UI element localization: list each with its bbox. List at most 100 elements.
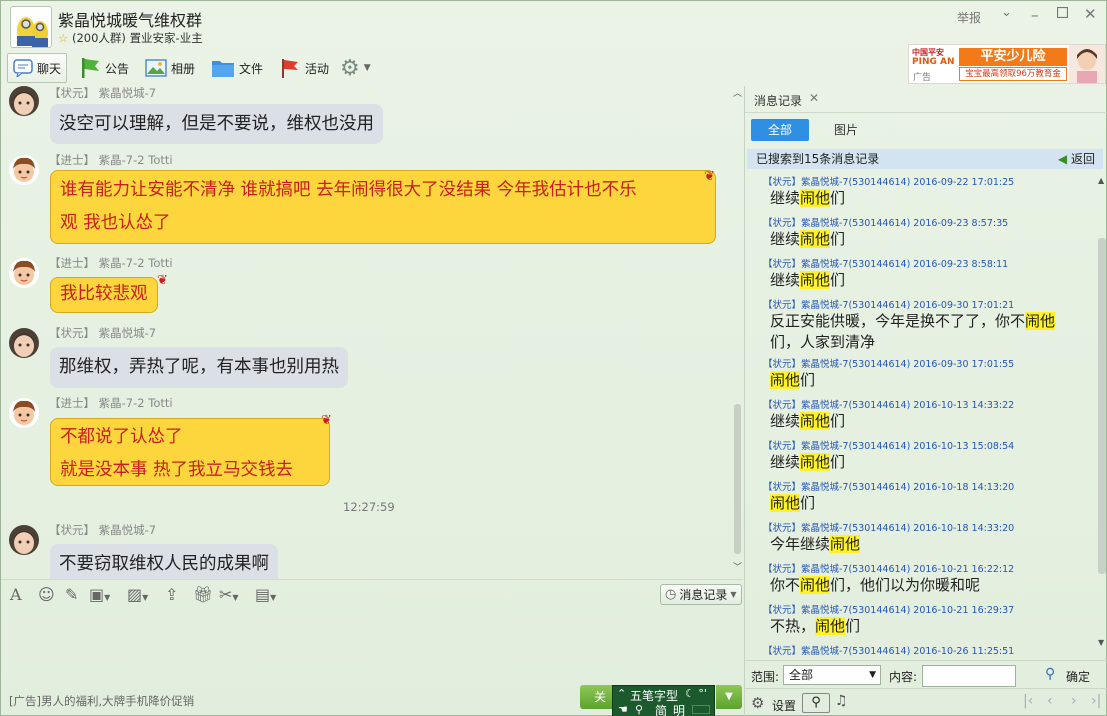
- back-button[interactable]: ◀ 返回: [1058, 149, 1095, 169]
- ime-menu-icon[interactable]: ⌃: [617, 687, 626, 700]
- previous-page-icon[interactable]: ‹: [1047, 693, 1053, 709]
- close-tab-icon[interactable]: ✕: [809, 91, 819, 105]
- bottom-ad-link[interactable]: [广告]男人的福利,大牌手机降价促销: [9, 693, 194, 709]
- message-history-button[interactable]: ◷ 消息记录 ▼: [660, 584, 742, 605]
- tab-chat[interactable]: 聊天: [7, 53, 68, 83]
- sender-name[interactable]: 紫晶-7-2 Totti: [99, 153, 173, 167]
- history-record-header[interactable]: 【状元】紫晶悦城-7(530144614) 2016-10-26 11:25:5…: [745, 643, 1095, 657]
- tab-activity[interactable]: 活动: [279, 53, 329, 83]
- history-record[interactable]: 【状元】紫晶悦城-7(530144614) 2016-10-13 14:33:2…: [745, 397, 1095, 432]
- tab-album[interactable]: 相册: [145, 53, 195, 83]
- history-record-header[interactable]: 【状元】紫晶悦城-7(530144614) 2016-10-18 14:33:2…: [745, 520, 1095, 534]
- minimize-icon[interactable]: –: [1031, 6, 1039, 24]
- settings-button[interactable]: 设置: [772, 697, 796, 714]
- avatar-boy[interactable]: [9, 258, 39, 288]
- scroll-up-icon[interactable]: ▲: [1098, 176, 1104, 185]
- tab-activity-label: 活动: [305, 61, 330, 76]
- speaker-icon[interactable]: ♫: [835, 693, 848, 709]
- sender-name[interactable]: 紫晶-7-2 Totti: [99, 256, 173, 270]
- scissors-icon[interactable]: ✂▼: [219, 585, 239, 604]
- history-record-header[interactable]: 【状元】紫晶悦城-7(530144614) 2016-10-13 14:33:2…: [745, 397, 1095, 411]
- magic-wand-icon[interactable]: ✎: [65, 585, 78, 604]
- history-record[interactable]: 【状元】紫晶悦城-7(530144614) 2016-09-30 17:01:2…: [745, 297, 1095, 353]
- sender-name[interactable]: 紫晶悦城-7: [99, 326, 156, 340]
- ime-toolbar[interactable]: ⌃ 五笔字型 ☾ °' ☚ ⚲ 简 明: [612, 685, 715, 716]
- moon-icon[interactable]: ☾ °': [685, 687, 707, 700]
- tab-file[interactable]: 文件: [211, 53, 263, 83]
- keyboard-icon[interactable]: [692, 705, 710, 714]
- range-select[interactable]: 全部 ▼: [783, 665, 881, 685]
- keyword-highlight: 闹他: [770, 371, 801, 389]
- history-record[interactable]: 【状元】紫晶悦城-7(530144614) 2016-10-26 11:25:5…: [745, 643, 1095, 657]
- avatar-girl[interactable]: [9, 328, 39, 358]
- ime-mode[interactable]: 简: [655, 702, 667, 716]
- sender-name[interactable]: 紫晶悦城-7: [99, 523, 156, 537]
- upload-icon[interactable]: ⇪: [165, 585, 178, 604]
- history-record-header[interactable]: 【状元】紫晶悦城-7(530144614) 2016-09-23 8:57:35: [745, 215, 1095, 229]
- group-avatar[interactable]: [10, 6, 52, 48]
- more-apps-button[interactable]: ⚙ ▼: [340, 53, 371, 83]
- avatar-boy[interactable]: [9, 155, 39, 185]
- first-page-icon[interactable]: |‹: [1023, 693, 1033, 709]
- menu-chevron-icon[interactable]: ⌄: [1001, 5, 1012, 20]
- tab-message-history[interactable]: 消息记录: [754, 92, 802, 109]
- history-record-header[interactable]: 【状元】紫晶悦城-7(530144614) 2016-10-21 16:29:3…: [745, 602, 1095, 616]
- message-input[interactable]: [1, 609, 743, 685]
- history-record-header[interactable]: 【状元】紫晶悦城-7(530144614) 2016-09-23 8:58:11: [745, 256, 1095, 270]
- filter-all-button[interactable]: 全部: [751, 119, 809, 141]
- report-button[interactable]: 举报: [957, 9, 981, 26]
- gift-image-icon[interactable]: ▣▼: [89, 585, 110, 604]
- sender-name[interactable]: 紫晶-7-2 Totti: [99, 396, 173, 410]
- scroll-down-icon[interactable]: ▼: [1098, 638, 1104, 647]
- more-tools-icon[interactable]: ▤▼: [255, 585, 276, 604]
- ime-search-icon[interactable]: ⚲: [635, 703, 643, 716]
- hand-icon[interactable]: ☚: [618, 703, 628, 716]
- history-record[interactable]: 【状元】紫晶悦城-7(530144614) 2016-10-18 14:33:2…: [745, 520, 1095, 555]
- search-icon[interactable]: ⚲: [1045, 666, 1055, 682]
- avatar-girl[interactable]: [9, 525, 39, 555]
- image-icon[interactable]: ▨▼: [127, 585, 148, 604]
- avatar-boy[interactable]: [9, 398, 39, 428]
- scroll-thumb[interactable]: [1098, 238, 1106, 574]
- history-record-header[interactable]: 【状元】紫晶悦城-7(530144614) 2016-09-22 17:01:2…: [745, 174, 1095, 188]
- maximize-icon[interactable]: [1056, 6, 1069, 21]
- history-record-header[interactable]: 【状元】紫晶悦城-7(530144614) 2016-09-30 17:01:5…: [745, 356, 1095, 370]
- history-record[interactable]: 【状元】紫晶悦城-7(530144614) 2016-10-21 16:22:1…: [745, 561, 1095, 596]
- chat-scrollbar[interactable]: ︿ ﹀: [732, 86, 743, 576]
- history-record[interactable]: 【状元】紫晶悦城-7(530144614) 2016-09-30 17:01:5…: [745, 356, 1095, 391]
- history-record[interactable]: 【状元】紫晶悦城-7(530144614) 2016-10-21 16:29:3…: [745, 602, 1095, 637]
- history-record[interactable]: 【状元】紫晶悦城-7(530144614) 2016-09-23 8:57:35…: [745, 215, 1095, 250]
- send-options-button[interactable]: ▼: [716, 685, 742, 709]
- font-icon[interactable]: A: [10, 585, 22, 604]
- scroll-down-icon[interactable]: ﹀: [733, 560, 742, 573]
- history-record-header[interactable]: 【状元】紫晶悦城-7(530144614) 2016-10-21 16:22:1…: [745, 561, 1095, 575]
- history-record-header[interactable]: 【状元】紫晶悦城-7(530144614) 2016-09-30 17:01:2…: [745, 297, 1095, 311]
- filter-pictures-button[interactable]: 图片: [825, 119, 867, 141]
- ime-mode-2[interactable]: 明: [673, 702, 685, 716]
- close-icon[interactable]: ✕: [1084, 5, 1097, 23]
- history-record[interactable]: 【状元】紫晶悦城-7(530144614) 2016-10-13 15:08:5…: [745, 438, 1095, 473]
- group-category[interactable]: 置业安家-业主: [130, 31, 203, 45]
- chat-history[interactable]: 【状元】 紫晶悦城-7 没空可以理解，但是不要说，维权也没用 【进士】 紫晶-7…: [1, 86, 743, 579]
- ime-name[interactable]: 五笔字型: [630, 687, 678, 704]
- emoji-icon[interactable]: ☺: [38, 585, 55, 604]
- gift-icon[interactable]: 🎁︎: [193, 585, 213, 604]
- last-page-icon[interactable]: ›|: [1091, 693, 1101, 709]
- history-record-header[interactable]: 【状元】紫晶悦城-7(530144614) 2016-10-18 14:13:2…: [745, 479, 1095, 493]
- history-record[interactable]: 【状元】紫晶悦城-7(530144614) 2016-09-22 17:01:2…: [745, 174, 1095, 209]
- history-record[interactable]: 【状元】紫晶悦城-7(530144614) 2016-09-23 8:58:11…: [745, 256, 1095, 291]
- sender-name[interactable]: 紫晶悦城-7: [99, 86, 156, 100]
- history-record-header[interactable]: 【状元】紫晶悦城-7(530144614) 2016-10-13 15:08:5…: [745, 438, 1095, 452]
- scroll-thumb[interactable]: [734, 404, 741, 554]
- ad-banner[interactable]: 中国平安 PING AN 广告 平安少儿险 宝宝最高领取96万教育金: [908, 44, 1106, 84]
- tab-notice[interactable]: 公告: [79, 53, 129, 83]
- history-record[interactable]: 【状元】紫晶悦城-7(530144614) 2016-10-18 14:13:2…: [745, 479, 1095, 514]
- confirm-button[interactable]: 确定: [1066, 668, 1090, 685]
- content-search-input[interactable]: [922, 665, 1016, 687]
- search-toggle-icon[interactable]: ⚲: [802, 693, 830, 713]
- avatar-girl[interactable]: [9, 86, 39, 116]
- scroll-up-icon[interactable]: ︿: [733, 86, 742, 99]
- settings-gear-icon[interactable]: ⚙: [751, 694, 764, 712]
- history-scrollbar[interactable]: ▲ ▼: [1096, 176, 1107, 651]
- next-page-icon[interactable]: ›: [1071, 693, 1077, 709]
